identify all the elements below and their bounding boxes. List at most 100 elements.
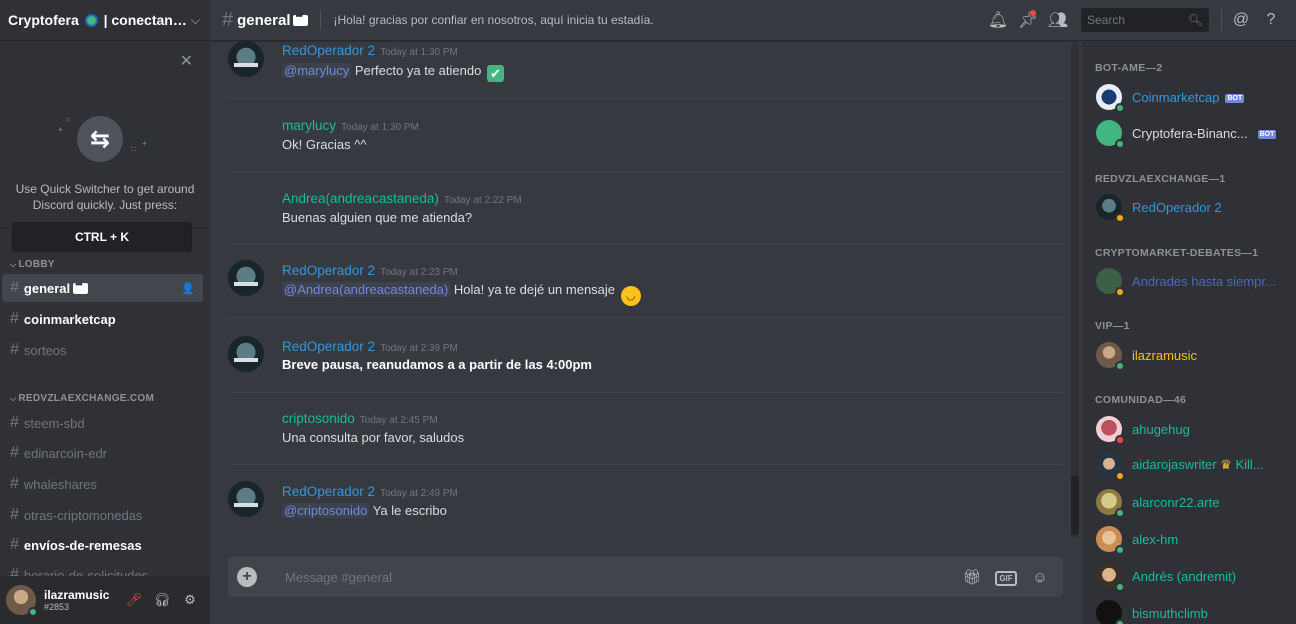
member-item[interactable]: aidarojaswriter ♛ Kill... — [1096, 450, 1291, 481]
channel-whaleshares[interactable]: # whaleshares — [2, 470, 203, 498]
headphones-icon[interactable]: 🎧︎ — [148, 592, 176, 608]
online-status-icon — [1115, 619, 1125, 624]
member-item[interactable]: Cryptofera-Binanc... BOT — [1096, 118, 1291, 149]
channel-label: steem-sbd — [23, 415, 85, 431]
divider — [320, 10, 322, 30]
member-item[interactable]: Andrades hasta siempr... — [1096, 266, 1291, 297]
avatar[interactable] — [6, 585, 38, 617]
channel-otras-criptomonedas[interactable]: # otras-criptomonedas — [2, 501, 203, 529]
channel-coinmarketcap[interactable]: # coinmarketcap — [2, 305, 203, 333]
sparkle-icon: ∷ — [131, 145, 137, 154]
pin-icon[interactable]: 📌︎ — [1013, 10, 1043, 30]
idle-status-icon — [1115, 287, 1125, 297]
category-label: LOBBY — [18, 259, 55, 270]
message-text: Hola! ya te dejé un mensaje — [453, 282, 616, 297]
channel-horario-de-solicitudes[interactable]: # horario-de-solicitudes — [2, 561, 203, 576]
mention[interactable]: @criptosonido — [282, 503, 370, 518]
mention-icon[interactable]: @ — [1226, 11, 1256, 29]
online-status-icon — [1115, 582, 1125, 592]
grin-emoji-icon: ◡ — [620, 286, 641, 306]
gif-button[interactable]: GIF — [989, 568, 1023, 586]
member-name-extra: Kill... — [1235, 457, 1264, 472]
message-header: RedOperador 2 Today at 2:23 PM — [282, 262, 458, 280]
message-header: RedOperador 2 Today at 1:30 PM — [282, 42, 458, 60]
members-icon[interactable]: 👥︎ — [1043, 10, 1073, 30]
chevron-down-icon: ⌵ — [10, 394, 17, 403]
avatar — [1096, 342, 1125, 371]
scrollbar-thumb[interactable] — [1071, 475, 1079, 535]
bell-icon[interactable]: 🔔︎ — [983, 10, 1013, 30]
check-mark-emoji-icon: ✔ — [486, 65, 504, 82]
online-status-icon — [28, 607, 38, 617]
divider — [228, 171, 1063, 172]
member-item[interactable]: ilazramusic — [1096, 340, 1291, 371]
upload-plus-icon[interactable]: + — [237, 567, 257, 587]
server-name: Cryptofera | conectand... — [8, 12, 191, 28]
member-name-text: Cryptofera-Binanc... — [1132, 125, 1248, 141]
header-toolbar: 🔔︎ 📌︎ 👥︎ 🔍︎ @ ? — [983, 8, 1286, 32]
member-name: Andrés (andremit) — [1132, 568, 1237, 584]
mention[interactable]: @Andrea(andreacastaneda) — [282, 282, 451, 297]
author-name[interactable]: RedOperador 2 — [282, 484, 375, 499]
quick-switcher-tip: ✕ ○ + ∷ + ⇆ Use Quick Switcher to get ar… — [0, 41, 210, 252]
channel-envios-de-remesas[interactable]: # envíos-de-remesas — [2, 531, 203, 559]
avatar[interactable] — [228, 481, 264, 517]
quick-switcher-shortcut[interactable]: CTRL + K — [12, 222, 192, 252]
channel-label: envíos-de-remesas — [23, 537, 142, 553]
author-name[interactable]: criptosonido — [282, 411, 355, 426]
category-lobby[interactable]: ⌵ LOBBY — [0, 258, 55, 272]
chevron-down-icon[interactable]: ⌵ — [191, 13, 200, 28]
channel-steem-sbd[interactable]: # steem-sbd — [2, 409, 203, 437]
category-redvzlaexchange[interactable]: ⌵ REDVZLAEXCHANGE.COM — [0, 392, 154, 406]
help-icon[interactable]: ? — [1256, 11, 1286, 29]
author-name[interactable]: Andrea(andreacastaneda) — [282, 191, 439, 206]
server-header[interactable]: Cryptofera | conectand... ⌵ — [0, 0, 210, 41]
channel-sorteos[interactable]: # sorteos — [2, 336, 203, 364]
member-group-label: VIP—1 — [1095, 320, 1130, 332]
message-input[interactable] — [285, 569, 955, 585]
mention[interactable]: @marylucy — [282, 63, 352, 78]
member-item[interactable]: ahugehug — [1096, 414, 1291, 445]
message-scrollbar[interactable] — [1071, 43, 1079, 539]
avatar — [1096, 84, 1125, 113]
avatar[interactable] — [228, 260, 264, 296]
channel-label: coinmarketcap — [23, 311, 116, 327]
member-name: ilazramusic — [1132, 347, 1198, 363]
author-name[interactable]: marylucy — [282, 118, 336, 133]
author-name[interactable]: RedOperador 2 — [282, 263, 375, 278]
gear-icon[interactable]: ⚙ — [176, 592, 204, 608]
dnd-status-icon — [1115, 435, 1125, 445]
message-content: Ok! Gracias ^^ — [282, 137, 366, 152]
member-item[interactable]: alarconr22.arte — [1096, 487, 1291, 518]
message-content: @criptosonido Ya le escribo — [282, 503, 447, 518]
speech-bubble-icon — [73, 279, 89, 294]
divider — [228, 98, 1063, 99]
search-input[interactable] — [1087, 13, 1188, 27]
hash-icon: # — [10, 414, 19, 431]
close-icon[interactable]: ✕ — [180, 51, 193, 71]
search-box[interactable]: 🔍︎ — [1081, 8, 1209, 32]
member-item[interactable]: bismuthclimb — [1096, 598, 1291, 624]
author-name[interactable]: RedOperador 2 — [282, 339, 375, 354]
member-item[interactable]: RedOperador 2 — [1096, 192, 1291, 223]
message-header: RedOperador 2 Today at 2:49 PM — [282, 483, 458, 501]
avatar[interactable] — [228, 41, 264, 77]
channel-title: general — [237, 11, 291, 29]
gift-icon[interactable]: 🎁︎ — [955, 568, 989, 586]
channel-label: sorteos — [23, 342, 67, 358]
avatar — [1096, 526, 1125, 555]
emoji-icon[interactable]: ☺ — [1023, 569, 1057, 586]
avatar[interactable] — [228, 336, 264, 372]
channel-general[interactable]: # general 👤 — [2, 274, 203, 302]
message-text: Breve pausa, reanudamos a a partir de la… — [282, 357, 592, 372]
add-user-icon[interactable]: 👤 — [181, 282, 195, 295]
channel-topic[interactable]: ¡Hola! gracias por confiar en nosotros, … — [333, 13, 983, 27]
microphone-muted-icon[interactable]: 🎤︎ — [120, 592, 148, 608]
member-item[interactable]: Coinmarketcap BOT — [1096, 82, 1291, 113]
member-item[interactable]: Andrés (andremit) — [1096, 561, 1291, 592]
channel-edinarcoin-edr[interactable]: # edinarcoin-edr — [2, 439, 203, 467]
member-item[interactable]: alex-hm — [1096, 524, 1291, 555]
author-name[interactable]: RedOperador 2 — [282, 43, 375, 58]
member-name: Cryptofera-Binanc... BOT — [1132, 125, 1277, 141]
hash-icon: # — [10, 310, 19, 327]
